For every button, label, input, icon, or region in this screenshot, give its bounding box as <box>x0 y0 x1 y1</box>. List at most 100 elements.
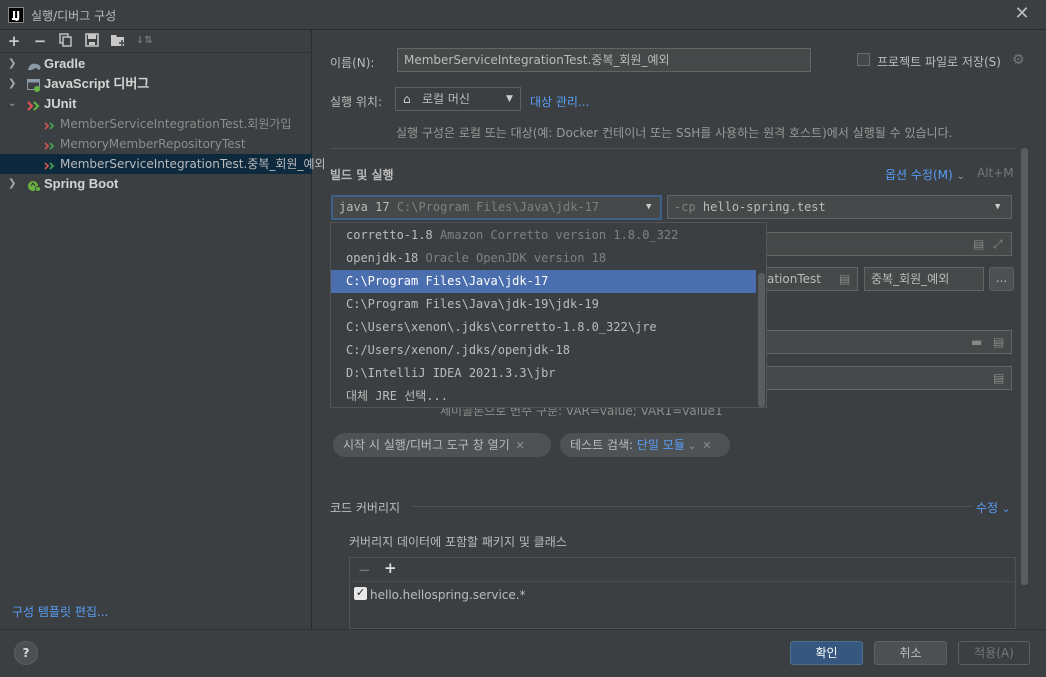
home-icon: ⌂ <box>403 92 411 106</box>
coverage-item-label: hello.hellospring.service.* <box>370 588 526 602</box>
chevron-right-icon: ❯ <box>8 78 17 89</box>
run-on-select[interactable]: 로컬 머신 ⌂ ▼ <box>395 87 521 111</box>
coverage-item-checkbox[interactable]: ✓ <box>354 587 367 600</box>
tree-item-junit[interactable]: ⌄ JUnit <box>0 94 312 114</box>
expand-text-icon[interactable]: ▤ <box>993 367 1004 389</box>
tree-item-test[interactable]: MemoryMemberRepositoryTest <box>0 134 312 154</box>
config-tree-panel: + − ↓⇅ ❯ Gradle ❯ JavaScript 디버그 ⌄ JUnit <box>0 30 326 629</box>
modify-options-label: 옵션 수정(M) <box>885 168 953 182</box>
jre-select[interactable]: java 17 C:\Program Files\Java\jdk-17 ▼ <box>331 195 662 220</box>
save-to-project-label: 프로젝트 파일로 저장(S) <box>877 55 1001 69</box>
jre-option[interactable]: D:\IntelliJ IDEA 2021.3.3\jbr <box>331 362 756 385</box>
divider <box>350 581 1015 582</box>
sort-icon[interactable]: ↓⇅ <box>136 33 153 49</box>
manage-targets-link[interactable]: 대상 관리... <box>530 93 589 110</box>
jre-option[interactable]: C:/Users/xenon/.jdks/openjdk-18 <box>331 339 756 362</box>
close-icon[interactable]: ✕ <box>702 439 711 452</box>
coverage-edit-label: 수정 <box>976 501 999 515</box>
jre-option-selected[interactable]: C:\Program Files\Java\jdk-17 <box>331 270 756 293</box>
junit-test-icon <box>44 118 57 130</box>
remove-icon[interactable]: − <box>358 561 371 579</box>
dialog-button-bar: ? 확인 취소 적용(A) <box>0 629 1046 677</box>
open-tool-window-chip[interactable]: 시작 시 실행/디버그 도구 창 열기 ✕ <box>333 433 551 457</box>
gear-icon[interactable]: ⚙ <box>1012 52 1025 68</box>
name-label: 이름(N): <box>330 56 375 70</box>
apply-button[interactable]: 적용(A) <box>958 641 1030 665</box>
tree-item-test-selected[interactable]: MemberServiceIntegrationTest.중복_회원_예외 <box>0 154 326 174</box>
close-icon[interactable]: ✕ <box>516 439 525 452</box>
chevron-down-icon: ▼ <box>506 94 513 104</box>
tree-item-spring-boot[interactable]: ❯ Spring Boot <box>0 174 312 194</box>
help-button[interactable]: ? <box>14 641 38 665</box>
chip-value[interactable]: 단일 모듈 <box>637 438 685 452</box>
jre-option-desc: Oracle OpenJDK version 18 <box>425 251 607 265</box>
run-on-label: 실행 위치: <box>330 95 383 109</box>
folder-icon[interactable]: ▬ <box>971 331 982 353</box>
tree-item-label: MemberServiceIntegrationTest.회원가입 <box>60 117 292 131</box>
chevron-right-icon: ❯ <box>8 58 17 69</box>
new-folder-icon[interactable] <box>110 33 126 49</box>
jre-option-name: C:\Program Files\Java\jdk-17 <box>346 274 549 288</box>
tree-item-gradle[interactable]: ❯ Gradle <box>0 54 312 74</box>
modify-options-link[interactable]: 옵션 수정(M) ⌄ <box>885 166 965 183</box>
spring-boot-icon <box>27 178 41 192</box>
run-on-value: 로컬 머신 <box>422 92 470 106</box>
browse-class-icon[interactable]: ▤ <box>839 268 850 290</box>
jre-option-desc: Amazon Corretto version 1.8.0_322 <box>439 228 679 242</box>
gradle-icon <box>27 58 41 70</box>
chevron-down-icon: ⌄ <box>1001 504 1011 515</box>
form-scrollbar[interactable] <box>1021 148 1028 585</box>
window-title: 실행/디버그 구성 <box>31 9 117 23</box>
jre-option-name: 대체 JRE 선택... <box>346 389 448 403</box>
classpath-select[interactable]: -cp hello-spring.test ▼ <box>667 195 1012 219</box>
dropdown-scrollbar[interactable] <box>758 273 765 407</box>
divider <box>330 148 1015 149</box>
method-input[interactable]: 중복_회원_예외 <box>864 267 984 291</box>
tree-item-label: JavaScript 디버그 <box>44 76 150 91</box>
fullscreen-icon[interactable]: ⤢ <box>993 233 1003 255</box>
expand-text-icon[interactable]: ▤ <box>973 233 984 255</box>
javascript-debug-icon <box>27 78 40 92</box>
coverage-list: − + ✓ hello.hellospring.service.* <box>349 557 1016 629</box>
tree-item-label: Gradle <box>44 56 86 71</box>
vm-options-input[interactable]: ▤ ⤢ <box>740 232 1012 256</box>
jre-option[interactable]: C:\Users\xenon\.jdks\corretto-1.8.0_322\… <box>331 316 756 339</box>
ok-button[interactable]: 확인 <box>790 641 863 665</box>
save-to-project-checkbox[interactable] <box>857 53 870 66</box>
tree-item-test[interactable]: MemberServiceIntegrationTest.회원가입 <box>0 114 312 134</box>
add-icon[interactable]: + <box>384 559 397 577</box>
tree-toolbar: + − ↓⇅ <box>0 30 312 53</box>
browse-method-button[interactable]: ... <box>989 267 1014 291</box>
chevron-down-icon: ⌄ <box>687 441 697 452</box>
chevron-right-icon: ❯ <box>8 178 17 189</box>
expand-text-icon[interactable]: ▤ <box>993 331 1004 353</box>
jre-option-choose-alternative[interactable]: 대체 JRE 선택... <box>331 385 756 408</box>
coverage-edit-link[interactable]: 수정 ⌄ <box>976 499 1010 516</box>
add-icon[interactable]: + <box>6 33 22 49</box>
jre-option[interactable]: C:\Program Files\Java\jdk-19\jdk-19 <box>331 293 756 316</box>
name-input[interactable]: MemberServiceIntegrationTest.중복_회원_예외 <box>397 48 811 72</box>
chevron-down-icon: ⌄ <box>8 98 17 109</box>
tree-item-label: JUnit <box>44 96 77 111</box>
copy-icon[interactable] <box>58 33 74 49</box>
tree-item-javascript-debug[interactable]: ❯ JavaScript 디버그 <box>0 74 312 94</box>
edit-templates-link[interactable]: 구성 템플릿 편집... <box>12 603 108 620</box>
test-search-chip[interactable]: 테스트 검색: 단일 모듈 ⌄ ✕ <box>560 433 730 457</box>
tree-item-label: Spring Boot <box>44 176 119 191</box>
modify-shortcut: Alt+M <box>977 166 1014 180</box>
jre-dropdown-list: corretto-1.8 Amazon Corretto version 1.8… <box>330 222 767 408</box>
intellij-app-icon: IJ <box>8 7 24 23</box>
jre-option-name: openjdk-18 <box>346 251 419 265</box>
close-icon[interactable]: ✕ <box>1012 3 1032 25</box>
jre-option[interactable]: openjdk-18 Oracle OpenJDK version 18 <box>331 247 756 270</box>
save-icon[interactable] <box>84 33 100 49</box>
remove-icon[interactable]: − <box>32 33 48 49</box>
cancel-button[interactable]: 취소 <box>874 641 947 665</box>
jre-option[interactable]: corretto-1.8 Amazon Corretto version 1.8… <box>331 224 756 247</box>
working-dir-input[interactable]: ▬ ▤ <box>740 330 1012 354</box>
chevron-down-icon: ▼ <box>646 202 652 212</box>
coverage-subtitle: 커버리지 데이터에 포함할 패키지 및 클래스 <box>349 535 567 549</box>
build-run-header: 빌드 및 실행 <box>330 168 394 182</box>
junit-test-icon <box>44 158 57 170</box>
env-vars-input[interactable]: ▤ <box>740 366 1012 390</box>
